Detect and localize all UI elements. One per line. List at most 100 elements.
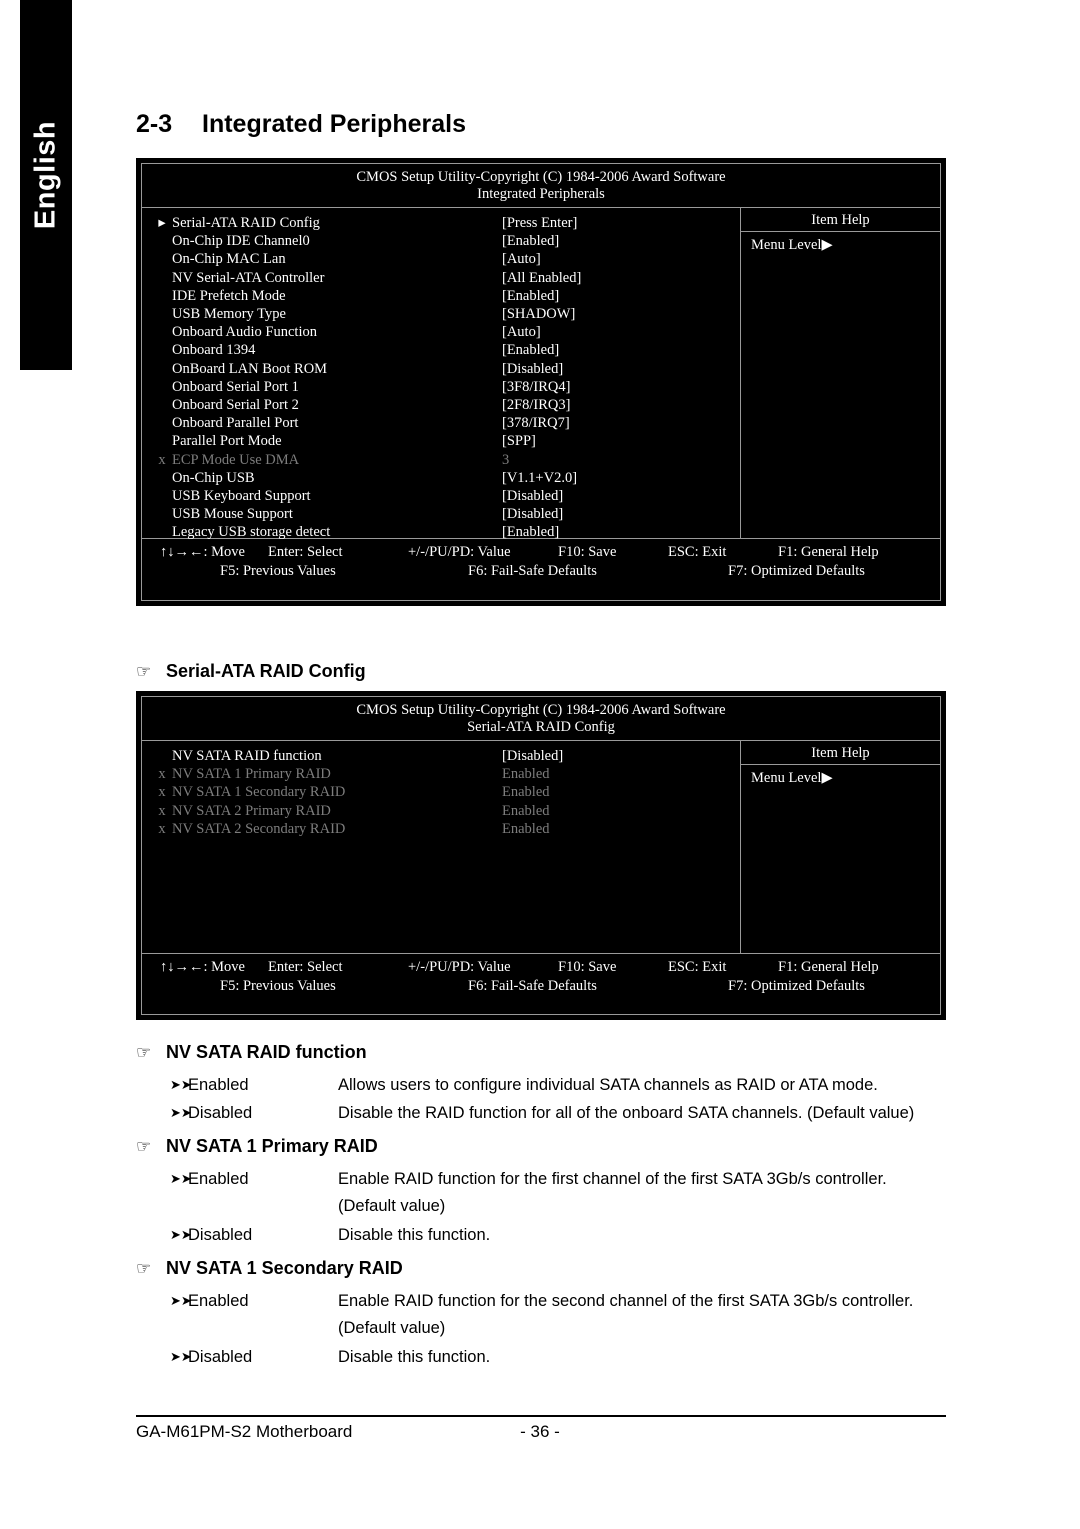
option-line: ➤➤ Disabled Disable this function.	[170, 1347, 960, 1367]
bios-setting-value[interactable]: [Enabled]	[502, 341, 559, 359]
subsection-heading: ☞ NV SATA 1 Primary RAID	[136, 1136, 378, 1157]
row-marker-icon	[152, 505, 172, 523]
bios-setting-value[interactable]: [3F8/IRQ4]	[502, 378, 570, 396]
bios-setting-row[interactable]: On-Chip IDE Channel0 [Enabled]	[152, 232, 740, 250]
option-label: Disabled	[188, 1104, 253, 1122]
bios-setting-value[interactable]: [Disabled]	[502, 747, 563, 765]
bios-setting-value[interactable]: [SPP]	[502, 432, 536, 450]
bios-setting-value[interactable]: Enabled	[502, 765, 550, 783]
row-marker-icon	[152, 747, 172, 765]
bios-setting-value[interactable]: [V1.1+V2.0]	[502, 469, 577, 487]
bios-setting-value[interactable]: Enabled	[502, 802, 550, 820]
row-marker-icon: x	[158, 802, 166, 819]
bios-screen-serial-ata-raid-config: CMOS Setup Utility-Copyright (C) 1984-20…	[136, 691, 946, 1020]
bios-setting-value[interactable]: [378/IRQ7]	[502, 414, 570, 432]
row-marker-icon	[152, 523, 172, 541]
bios-setting-value[interactable]: [Enabled]	[502, 523, 559, 541]
bios-setting-row[interactable]: Onboard Audio Function [Auto]	[152, 323, 740, 341]
bios-setting-value[interactable]: [Disabled]	[502, 360, 563, 378]
bios-setting-name: ECP Mode Use DMA	[172, 451, 300, 468]
bios-setting-row[interactable]: NV Serial-ATA Controller [All Enabled]	[152, 269, 740, 287]
bios1-key-f6: F6: Fail-Safe Defaults	[468, 563, 597, 579]
bios-setting-row[interactable]: IDE Prefetch Mode [Enabled]	[152, 287, 740, 305]
bios-setting-row[interactable]: Legacy USB storage detect [Enabled]	[152, 523, 740, 541]
bios-setting-name: NV SATA 2 Secondary RAID	[172, 820, 346, 837]
bios-setting-value[interactable]: [Disabled]	[502, 487, 563, 505]
bios-setting-row[interactable]: USB Memory Type [SHADOW]	[152, 305, 740, 323]
bios1-settings-list: ▸ Serial-ATA RAID Config [Press Enter] On-C…	[142, 208, 740, 541]
bios-setting-value[interactable]: Enabled	[502, 820, 550, 838]
option-description: Enable RAID function for the first chann…	[338, 1170, 887, 1188]
row-marker-icon	[152, 360, 172, 378]
page-title: 2-3 Integrated Peripherals	[136, 110, 466, 139]
bios-setting-name: USB Memory Type	[172, 306, 286, 323]
option-line: ➤➤ Disabled Disable this function.	[170, 1225, 960, 1245]
bios-setting-name: Onboard 1394	[172, 342, 256, 359]
bios-setting-row[interactable]: Parallel Port Mode [SPP]	[152, 432, 740, 450]
bios-setting-name: Parallel Port Mode	[172, 433, 282, 450]
bios2-key-exit: ESC: Exit	[668, 959, 727, 975]
bios-setting-value[interactable]: [2F8/IRQ3]	[502, 396, 570, 414]
bios-screen-integrated-peripherals: CMOS Setup Utility-Copyright (C) 1984-20…	[136, 158, 946, 606]
bios-setting-row[interactable]: USB Mouse Support [Disabled]	[152, 505, 740, 523]
bios-setting-name: On-Chip MAC Lan	[172, 251, 286, 268]
option-description: Disable this function.	[338, 1226, 491, 1244]
bios2-menu-level-label: Menu Level	[751, 770, 822, 786]
bios1-key-value: +/-/PU/PD: Value	[408, 544, 511, 560]
bios-setting-row[interactable]: OnBoard LAN Boot ROM [Disabled]	[152, 360, 740, 378]
option-line: ➤➤ Enabled Allows users to configure indiv…	[170, 1075, 960, 1095]
bios-setting-value[interactable]: [Auto]	[502, 323, 541, 341]
bios2-titlebar: CMOS Setup Utility-Copyright (C) 1984-20…	[142, 697, 940, 736]
option-line: ➤➤ Enabled Enable RAID function for the fi…	[170, 1169, 960, 1189]
bios-setting-row[interactable]: Onboard Serial Port 2 [2F8/IRQ3]	[152, 396, 740, 414]
option-label: Disabled	[188, 1348, 253, 1366]
bios-setting-value[interactable]: [Enabled]	[502, 287, 559, 305]
pointing-hand-icon: ☞	[136, 1042, 152, 1062]
bios-setting-row[interactable]: USB Keyboard Support [Disabled]	[152, 487, 740, 505]
bios-setting-row[interactable]: ▸ Serial-ATA RAID Config [Press Enter]	[152, 214, 740, 232]
bios-setting-name: NV SATA 2 Primary RAID	[172, 802, 331, 819]
bios-setting-value[interactable]: [Press Enter]	[502, 214, 577, 232]
subsection-serial-ata-raid-config: ☞ Serial-ATA RAID Config	[136, 661, 366, 682]
bios-setting-name: Serial-ATA RAID Config	[172, 215, 320, 231]
bios-setting-row[interactable]: Onboard 1394 [Enabled]	[152, 341, 740, 359]
option-line: ➤➤ Enabled Enable RAID function for the se…	[170, 1291, 960, 1311]
bios-setting-row[interactable]: x NV SATA 2 Secondary RAID Enabled	[152, 820, 740, 838]
option-line: ➤➤ Disabled Disable the RAID function for …	[170, 1103, 960, 1123]
bios-setting-row[interactable]: Onboard Serial Port 1 [3F8/IRQ4]	[152, 378, 740, 396]
bios1-footer-line2: F5: Previous Values F6: Fail-Safe Defaul…	[142, 562, 940, 581]
option-description: Disable the RAID function for all of the…	[338, 1104, 915, 1122]
bios-setting-value[interactable]: [Disabled]	[502, 505, 563, 523]
bios-setting-value[interactable]: 3	[502, 451, 509, 469]
subsection-title: Serial-ATA RAID Config	[166, 661, 366, 681]
option-description: Enable RAID function for the second chan…	[338, 1292, 914, 1310]
row-marker-icon	[152, 305, 172, 323]
bios-setting-row[interactable]: x NV SATA 1 Secondary RAID Enabled	[152, 783, 740, 801]
bios2-item-help: Item Help Menu Level▶	[740, 741, 940, 953]
bios-setting-value[interactable]: [All Enabled]	[502, 269, 581, 287]
bios-setting-row[interactable]: On-Chip USB [V1.1+V2.0]	[152, 469, 740, 487]
bios-setting-row[interactable]: x NV SATA 1 Primary RAID Enabled	[152, 765, 740, 783]
row-marker-icon: ▸	[158, 215, 166, 231]
double-arrow-icon: ➤➤	[170, 1293, 192, 1308]
bios-setting-row[interactable]: On-Chip MAC Lan [Auto]	[152, 250, 740, 268]
bios-setting-name: On-Chip USB	[172, 469, 255, 486]
bios-setting-value[interactable]: [Auto]	[502, 250, 541, 268]
bios-setting-name: Onboard Serial Port 2	[172, 397, 299, 414]
side-tab-label: English	[29, 120, 62, 230]
subsection-title: NV SATA 1 Primary RAID	[166, 1136, 378, 1156]
bios-setting-row[interactable]: x ECP Mode Use DMA 3	[152, 451, 740, 469]
bios2-key-move: ↑↓→←: Move	[160, 959, 245, 975]
row-marker-icon: x	[158, 784, 166, 801]
bios-setting-row[interactable]: NV SATA RAID function [Disabled]	[152, 747, 740, 765]
bios-setting-name: Legacy USB storage detect	[172, 524, 331, 541]
bios-setting-name: Onboard Audio Function	[172, 324, 317, 341]
bios-setting-row[interactable]: x NV SATA 2 Primary RAID Enabled	[152, 802, 740, 820]
row-marker-icon	[152, 469, 172, 487]
bios-setting-value[interactable]: Enabled	[502, 783, 550, 801]
bios-setting-value[interactable]: [SHADOW]	[502, 305, 575, 323]
bios2-key-select: Enter: Select	[268, 959, 343, 975]
double-arrow-icon: ➤➤	[170, 1077, 192, 1092]
bios-setting-row[interactable]: Onboard Parallel Port [378/IRQ7]	[152, 414, 740, 432]
bios-setting-value[interactable]: [Enabled]	[502, 232, 559, 250]
